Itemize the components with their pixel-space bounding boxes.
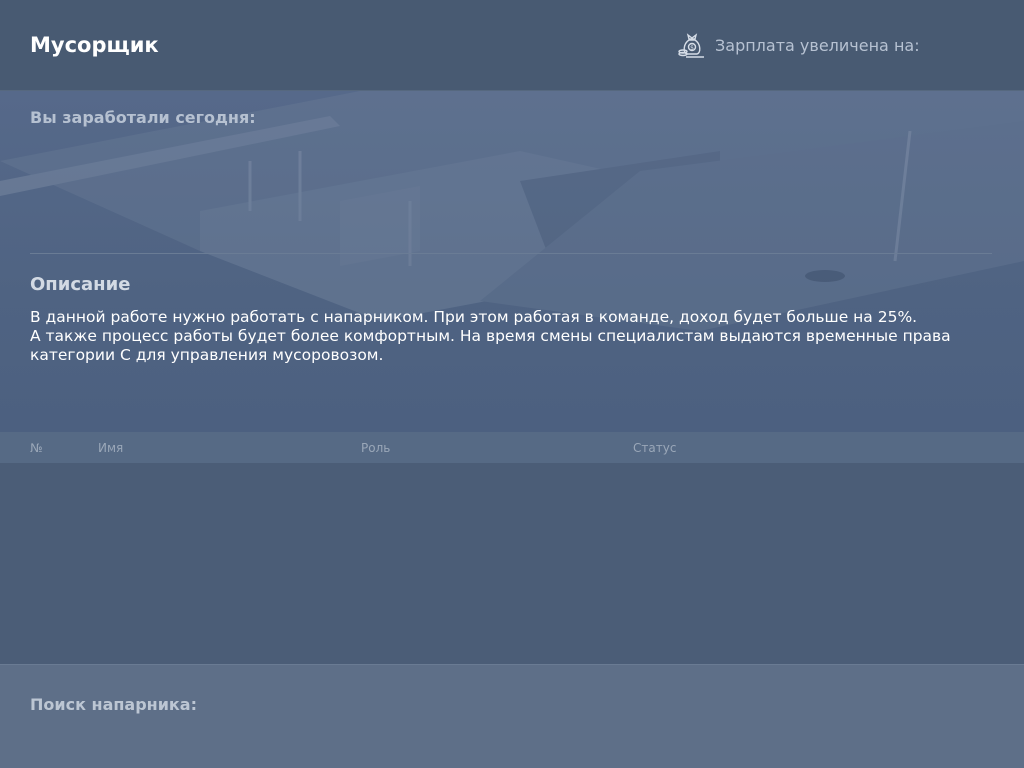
column-header-name: Имя: [98, 441, 124, 455]
svg-text:$: $: [690, 45, 694, 52]
column-header-number: №: [30, 441, 43, 455]
warehouse-background-image: [0, 91, 1024, 331]
header-bar: Мусорщик $ Зарплата увеличена на:: [0, 0, 1024, 91]
earned-today-label: Вы заработали сегодня:: [30, 108, 256, 127]
description-line: В данной работе нужно работать с напарни…: [30, 308, 918, 326]
column-header-role: Роль: [361, 441, 391, 455]
team-table-header: № Имя Роль Статус: [0, 432, 1024, 463]
column-header-status: Статус: [633, 441, 677, 455]
description-line: А также процесс работы будет более комфо…: [30, 327, 951, 345]
description-text: В данной работе нужно работать с напарни…: [30, 308, 951, 365]
description-title: Описание: [30, 274, 131, 295]
salary-increase: $ Зарплата увеличена на:: [678, 31, 920, 59]
section-divider: [30, 253, 992, 254]
partner-search-panel: Поиск напарника:: [0, 664, 1024, 768]
job-title: Мусорщик: [30, 33, 159, 57]
salary-increase-label: Зарплата увеличена на:: [715, 35, 920, 55]
team-table-body: [0, 463, 1024, 664]
money-bag-icon: $: [678, 31, 706, 59]
partner-search-label: Поиск напарника:: [30, 695, 197, 714]
description-line: категории С для управления мусоровозом.: [30, 346, 384, 364]
hero-background: [0, 91, 1024, 432]
